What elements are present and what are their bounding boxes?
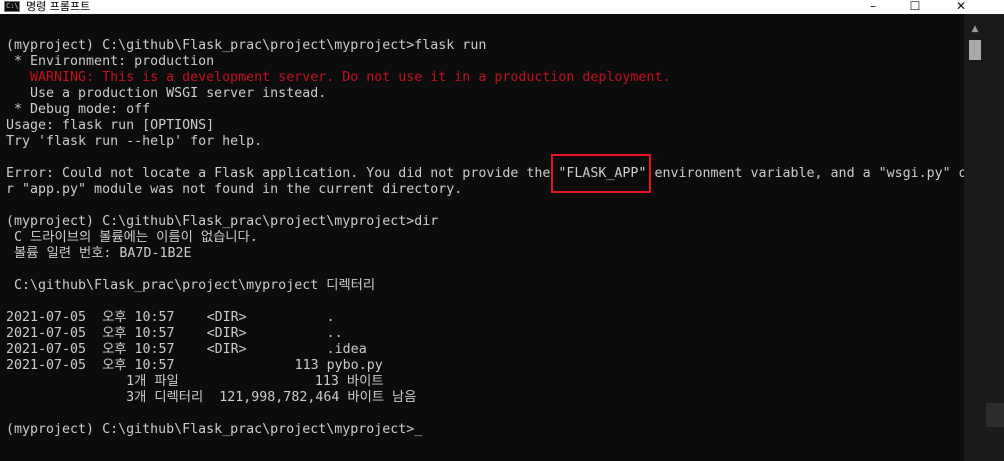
scroll-up-arrow-icon[interactable]: ▲ — [964, 22, 986, 36]
minimize-button[interactable]: – — [850, 0, 896, 14]
command-prompt-window: C:\ 명령 프롬프트 – ☐ ✕ (myproject) C:\github\… — [0, 0, 1004, 461]
flask-app-highlight-box — [551, 154, 651, 193]
background-window-strip — [986, 403, 1004, 427]
console-line: * Debug mode: off — [6, 102, 151, 117]
console-line: C:\github\Flask_prac\project\myproject 디… — [6, 278, 376, 293]
dir-entry: 2021-07-05 오후 10:57 <DIR> .idea — [6, 342, 367, 357]
dir-entry: 2021-07-05 오후 10:57 <DIR> .. — [6, 326, 343, 341]
console-line: Use a production WSGI server instead. — [6, 86, 327, 101]
close-button[interactable]: ✕ — [938, 0, 984, 14]
console-line: (myproject) C:\github\Flask_prac\project… — [6, 214, 439, 229]
error-line: r "app.py" module was not found in the c… — [6, 182, 463, 197]
dir-entry: 2021-07-05 오후 10:57 113 pybo.py — [6, 358, 383, 373]
dir-entry: 2021-07-05 오후 10:57 <DIR> . — [6, 310, 335, 325]
console-line: * Environment: production — [6, 54, 215, 69]
dir-summary: 3개 디렉터리 121,998,782,464 바이트 남음 — [6, 390, 417, 405]
warning-line: WARNING: This is a development server. D… — [6, 70, 671, 85]
scrollbar-thumb[interactable] — [969, 40, 981, 60]
console-line: Try 'flask run --help' for help. — [6, 134, 263, 149]
background-window — [986, 14, 1004, 461]
console-output[interactable]: (myproject) C:\github\Flask_prac\project… — [6, 38, 967, 458]
vertical-scrollbar[interactable]: ▲ — [964, 14, 986, 461]
maximize-button[interactable]: ☐ — [892, 0, 938, 14]
dir-summary: 1개 파일 113 바이트 — [6, 374, 384, 389]
window-title: 명령 프롬프트 — [26, 0, 91, 13]
console-line: Usage: flask run [OPTIONS] — [6, 118, 215, 133]
prompt-line[interactable]: (myproject) C:\github\Flask_prac\project… — [6, 422, 964, 438]
console-line: C 드라이브의 볼륨에는 이름이 없습니다. — [6, 230, 258, 245]
console-line: (myproject) C:\github\Flask_prac\project… — [6, 38, 487, 53]
cmd-icon: C:\ — [4, 1, 20, 12]
error-line: Error: Could not locate a Flask applicat… — [6, 166, 967, 181]
console-line: 볼륨 일련 번호: BA7D-1B2E — [6, 246, 192, 261]
title-bar[interactable]: C:\ 명령 프롬프트 – ☐ ✕ — [0, 0, 1004, 14]
